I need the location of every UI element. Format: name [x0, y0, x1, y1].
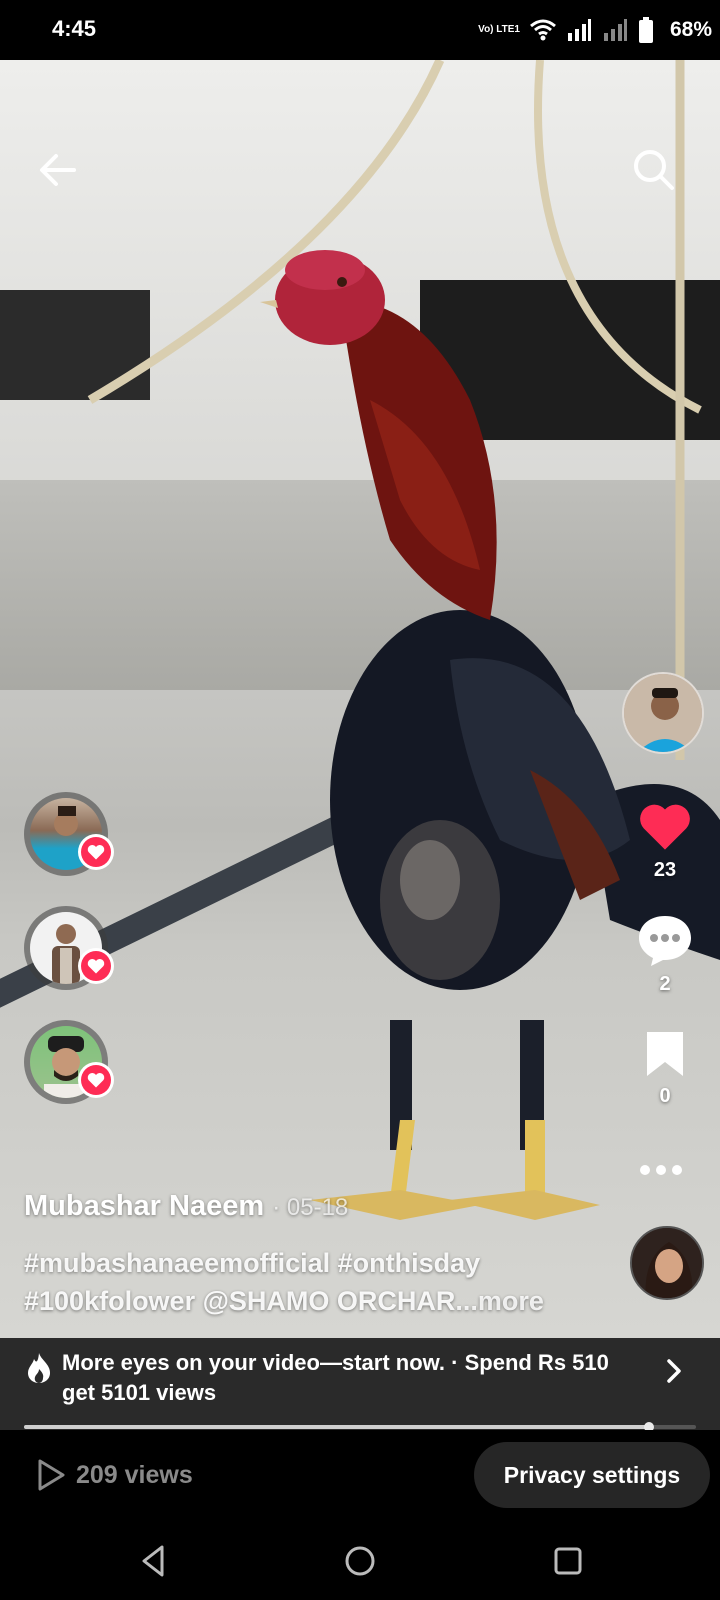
more-dots-icon: [640, 1165, 650, 1175]
liker-avatar[interactable]: [24, 792, 114, 876]
caption-line: #mubashanaeemofficial #onthisday: [24, 1248, 481, 1278]
liker-avatar[interactable]: [24, 906, 114, 990]
video-caption[interactable]: #mubashanaeemofficial #onthisday #100kfo…: [24, 1244, 584, 1320]
battery-percent: 68%: [669, 18, 712, 41]
comment-count: 2: [659, 973, 671, 995]
status-time: 4:45: [52, 16, 97, 41]
caption-line: #100kfolower @SHAMO ORCHAR...more: [24, 1282, 584, 1320]
author-line: Mubashar Naeem · 05-18: [24, 1190, 348, 1223]
video-player[interactable]: [0, 60, 720, 1338]
video-stats-bar: 209 views Privacy settings: [0, 1430, 720, 1525]
wifi-icon: [530, 19, 556, 41]
liker-avatar[interactable]: [24, 1020, 114, 1104]
save-button[interactable]: 0: [620, 1030, 710, 1108]
comment-button[interactable]: 2: [620, 914, 710, 996]
promote-banner[interactable]: More eyes on your video—start now. · Spe…: [0, 1338, 720, 1430]
more-dot: [672, 1165, 682, 1175]
status-icons: Vo) LTE1 68%: [478, 14, 712, 46]
battery-icon: [639, 17, 653, 43]
like-count: 23: [653, 859, 677, 881]
like-button[interactable]: 23: [620, 800, 710, 882]
heart-icon: [81, 1065, 111, 1095]
sound-disc[interactable]: [630, 1226, 704, 1300]
video-progress-bar[interactable]: [24, 1422, 696, 1432]
author-name[interactable]: Mubashar Naeem: [24, 1190, 264, 1222]
more-dot: [656, 1165, 666, 1175]
more-link[interactable]: ...more: [455, 1286, 544, 1316]
signal-2-icon: [604, 19, 627, 41]
search-icon[interactable]: [630, 146, 676, 192]
nav-recents-icon[interactable]: [548, 1541, 588, 1581]
volte-icon: Vo) LTE1: [478, 24, 520, 35]
nav-back-icon[interactable]: [134, 1541, 174, 1581]
heart-icon: [640, 804, 690, 850]
views-counter[interactable]: 209 views: [36, 1458, 193, 1492]
heart-icon: [81, 837, 111, 867]
post-date: · 05-18: [272, 1194, 349, 1221]
signal-icon: [568, 19, 591, 41]
chevron-right-icon[interactable]: [664, 1358, 684, 1384]
status-bar: 4:45 Vo) LTE1 68%: [0, 0, 720, 60]
caption-text: #100kfolower @SHAMO ORCHAR: [24, 1286, 456, 1316]
creator-avatar[interactable]: [622, 672, 704, 754]
comment-icon: [639, 916, 691, 966]
heart-icon: [81, 951, 111, 981]
system-nav-bar: [0, 1525, 720, 1600]
promote-text: More eyes on your video—start now. · Spe…: [62, 1350, 609, 1405]
heart-badge: [78, 948, 114, 984]
more-options-button[interactable]: [640, 1160, 690, 1180]
bookmark-icon: [647, 1032, 683, 1076]
flame-icon: [28, 1353, 50, 1383]
play-icon: [38, 1459, 65, 1491]
back-button[interactable]: [36, 148, 80, 192]
nav-home-icon[interactable]: [340, 1541, 380, 1581]
heart-badge: [78, 834, 114, 870]
heart-badge: [78, 1062, 114, 1098]
save-count: 0: [659, 1085, 671, 1107]
views-count: 209 views: [76, 1460, 193, 1489]
privacy-settings-button[interactable]: Privacy settings: [474, 1442, 710, 1508]
progress-fill: [24, 1425, 649, 1429]
